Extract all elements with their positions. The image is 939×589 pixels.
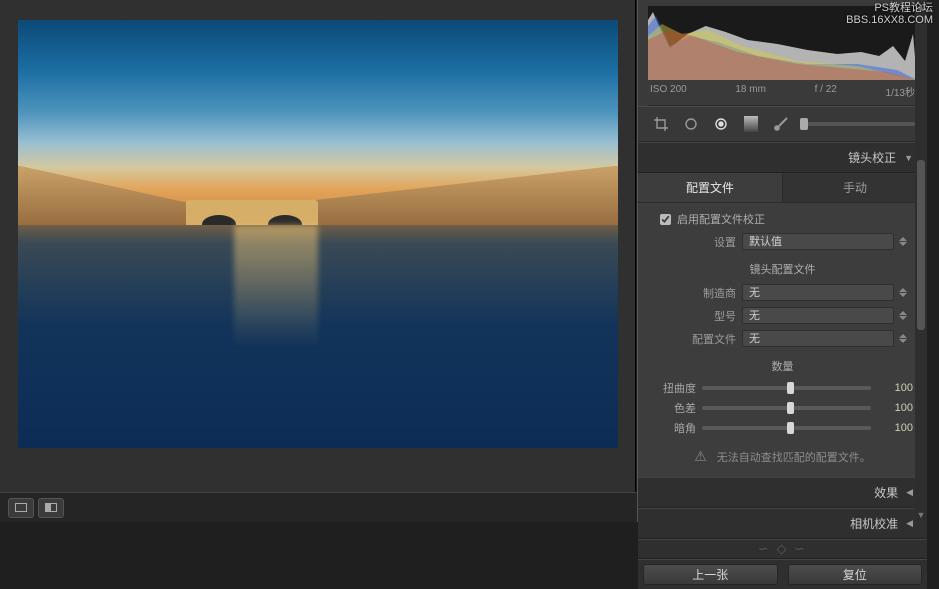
model-stepper[interactable]	[896, 307, 909, 324]
panel-title: 镜头校正	[848, 149, 896, 166]
ca-slider[interactable]	[702, 406, 871, 410]
chevron-left-icon: ◀	[906, 487, 913, 498]
setup-label: 设置	[676, 234, 736, 250]
brush-icon[interactable]	[770, 113, 792, 135]
sidebar-scrollbar[interactable]: ▲ ▼	[915, 0, 927, 522]
model-value[interactable]: 无	[742, 307, 894, 324]
section-amount: 数量	[638, 350, 927, 378]
prev-button[interactable]: 上一张	[643, 564, 778, 585]
preview-area	[0, 0, 636, 492]
tool-strip	[638, 106, 927, 142]
tab-profile[interactable]: 配置文件	[638, 173, 783, 202]
vignette-label: 暗角	[652, 420, 696, 436]
distortion-value: 100	[879, 382, 913, 394]
tab-manual[interactable]: 手动	[783, 173, 927, 202]
panel-header-effects[interactable]: 效果 ◀	[638, 477, 927, 508]
reset-button[interactable]: 复位	[788, 564, 923, 585]
setup-value[interactable]: 默认值	[742, 233, 894, 250]
redeye-icon[interactable]	[710, 113, 732, 135]
panel-header-camera[interactable]: 相机校准 ◀	[638, 508, 927, 539]
view-compare-button[interactable]	[38, 498, 64, 518]
develop-sidebar: ISO 200 18 mm f / 22 1/13秒 镜头校正 ▼ 配置文件	[637, 0, 927, 522]
watermark: PS教程论坛 BBS.16XX8.COM	[846, 2, 933, 26]
meta-iso: ISO 200	[650, 84, 687, 99]
vignette-value: 100	[879, 422, 913, 434]
profile-value[interactable]: 无	[742, 330, 894, 347]
meta-focal: 18 mm	[735, 84, 766, 99]
grad-icon[interactable]	[740, 113, 762, 135]
view-single-button[interactable]	[8, 498, 34, 518]
panel-header-lens[interactable]: 镜头校正 ▼	[638, 142, 927, 173]
tool-size-slider[interactable]	[800, 122, 915, 126]
warning-icon: ⚠	[694, 448, 707, 465]
spot-icon[interactable]	[680, 113, 702, 135]
meta-aperture: f / 22	[815, 84, 837, 99]
chevron-down-icon: ▼	[904, 153, 913, 163]
maker-stepper[interactable]	[896, 284, 909, 301]
crop-icon[interactable]	[650, 113, 672, 135]
profile-label: 配置文件	[676, 331, 736, 347]
photo-preview[interactable]	[18, 20, 618, 448]
vignette-slider[interactable]	[702, 426, 871, 430]
scroll-thumb[interactable]	[917, 160, 925, 330]
chevron-left-icon: ◀	[906, 518, 913, 529]
setup-stepper[interactable]	[896, 233, 909, 250]
maker-value[interactable]: 无	[742, 284, 894, 301]
enable-profile-checkbox[interactable]	[660, 214, 671, 225]
preview-footer	[0, 492, 637, 522]
sidebar-footer: ∽ ◇ ∽ 上一张 复位	[638, 539, 927, 589]
enable-profile-label: 启用配置文件校正	[677, 211, 765, 227]
model-label: 型号	[676, 308, 736, 324]
section-lens-profile: 镜头配置文件	[638, 253, 927, 281]
scroll-down-icon[interactable]: ▼	[915, 508, 927, 522]
ca-label: 色差	[652, 400, 696, 416]
distortion-slider[interactable]	[702, 386, 871, 390]
lens-tabs: 配置文件 手动	[638, 173, 927, 203]
panel-title: 相机校准	[850, 515, 898, 532]
meta-shutter: 1/13秒	[886, 84, 915, 99]
ca-value: 100	[879, 402, 913, 414]
panel-title: 效果	[874, 484, 898, 501]
lens-corrections-panel: 配置文件 手动 启用配置文件校正 设置 默认值 镜头配置文件 制造商 无 型号 …	[638, 173, 927, 477]
ornament-divider: ∽ ◇ ∽	[638, 539, 927, 559]
warning-text: 无法自动查找匹配的配置文件。	[717, 449, 871, 465]
distortion-label: 扭曲度	[652, 380, 696, 396]
maker-label: 制造商	[676, 285, 736, 301]
profile-stepper[interactable]	[896, 330, 909, 347]
